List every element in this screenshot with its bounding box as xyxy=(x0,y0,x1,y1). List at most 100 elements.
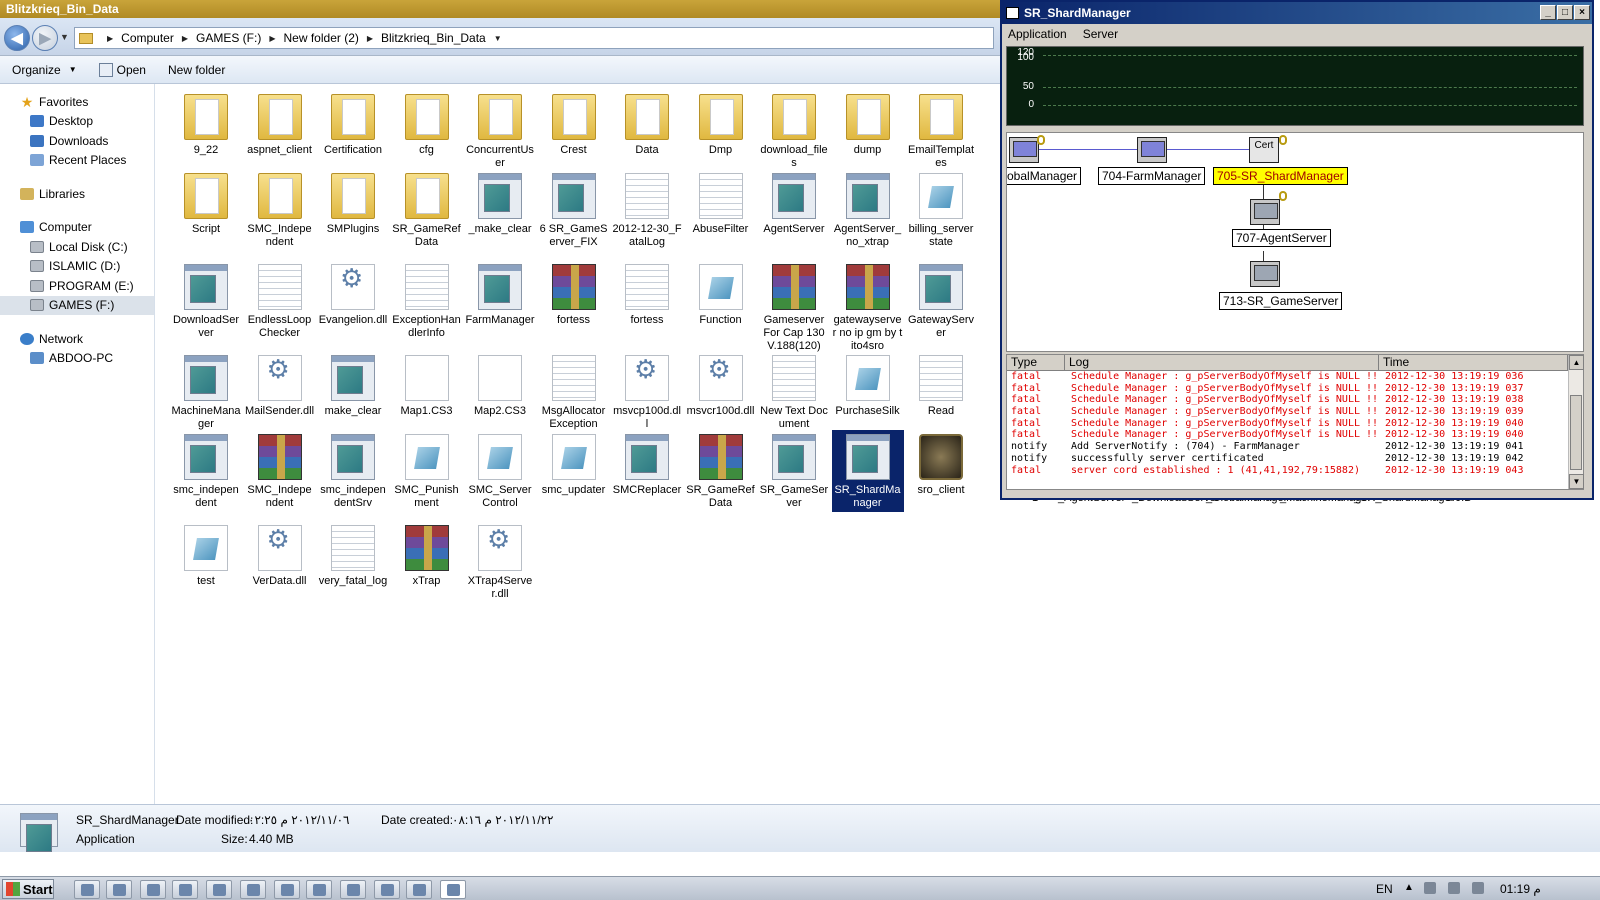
new-folder-button[interactable]: New folder xyxy=(168,63,225,77)
log-row[interactable]: fatal server cord established : 1 (41,41,… xyxy=(1007,465,1583,477)
file-item[interactable]: smc_independent xyxy=(170,430,242,512)
file-item[interactable]: aspnet_client xyxy=(244,90,316,159)
file-item[interactable]: smc_independentSrv xyxy=(317,430,389,512)
chevron-right-icon[interactable]: ▶ xyxy=(367,34,373,43)
nav-libraries[interactable]: Libraries xyxy=(0,184,154,204)
breadcrumb-games[interactable]: GAMES (F:) xyxy=(196,31,261,45)
shard-manager-taskbar-icon[interactable] xyxy=(440,880,466,899)
breadcrumb[interactable]: ▶ Computer ▶ GAMES (F:) ▶ New folder (2)… xyxy=(74,27,994,49)
file-item[interactable]: Map2.CS3 xyxy=(464,351,536,420)
messenger-icon[interactable] xyxy=(406,880,432,899)
file-item[interactable]: SMC_ServerControl xyxy=(464,430,536,512)
server-node-icon[interactable] xyxy=(1009,137,1039,163)
volume-tray-icon[interactable] xyxy=(1448,882,1460,894)
node-farm-manager[interactable]: 704-FarmManager xyxy=(1098,167,1206,185)
file-item[interactable]: EmailTemplates xyxy=(905,90,977,172)
file-item[interactable]: GatewayServer xyxy=(905,260,977,342)
scroll-thumb[interactable] xyxy=(1570,395,1582,470)
nav-disk-e[interactable]: PROGRAM (E:) xyxy=(0,276,154,296)
nav-disk-c[interactable]: Local Disk (C:) xyxy=(0,237,154,257)
scroll-up-icon[interactable]: ▲ xyxy=(1569,355,1584,370)
file-item[interactable]: Crest xyxy=(538,90,610,159)
file-item[interactable]: Read xyxy=(905,351,977,420)
file-item[interactable]: Gameserver For Cap 130 V.188(120) xyxy=(758,260,830,355)
file-item[interactable]: SMPlugins xyxy=(317,169,389,238)
log-list[interactable]: Type Log Time fatal Schedule Manager : g_… xyxy=(1006,354,1584,490)
chevron-down-icon[interactable]: ▼ xyxy=(494,34,502,43)
file-item[interactable]: 2012-12-30_FatalLog xyxy=(611,169,683,251)
file-item[interactable]: cfg xyxy=(391,90,463,159)
shard-manager-titlebar[interactable]: SR_ShardManager _ □ × xyxy=(1002,2,1592,24)
forward-button[interactable]: ▶ xyxy=(32,25,58,51)
log-scrollbar[interactable]: ▲ ▼ xyxy=(1568,355,1584,489)
node-shard-manager[interactable]: 705-SR_ShardManager xyxy=(1213,167,1348,185)
file-item[interactable]: Data xyxy=(611,90,683,159)
file-item[interactable]: _make_clear xyxy=(464,169,536,238)
file-item[interactable]: AgentServer_no_xtrap xyxy=(832,169,904,251)
console-app-icon[interactable] xyxy=(374,880,400,899)
scroll-down-icon[interactable]: ▼ xyxy=(1569,474,1584,489)
close-button[interactable]: × xyxy=(1574,5,1590,20)
node-game-server[interactable]: 713-SR_GameServer xyxy=(1219,292,1343,310)
nav-pc[interactable]: ABDOO-PC xyxy=(0,349,154,369)
file-item[interactable]: ExceptionHandlerInfo xyxy=(391,260,463,342)
chrome-icon[interactable] xyxy=(140,880,166,899)
breadcrumb-current[interactable]: Blitzkrieq_Bin_Data xyxy=(381,31,486,45)
nav-computer[interactable]: Computer xyxy=(0,218,154,238)
file-item[interactable]: billing_serverstate xyxy=(905,169,977,251)
file-item[interactable]: fortess xyxy=(611,260,683,329)
cert-node-icon[interactable]: Cert xyxy=(1249,137,1279,163)
file-item[interactable]: XTrap4Server.dll xyxy=(464,521,536,603)
nav-downloads[interactable]: Downloads xyxy=(0,131,154,151)
column-time[interactable]: Time xyxy=(1379,355,1568,371)
console-app-icon[interactable] xyxy=(240,880,266,899)
file-item[interactable]: SR_GameServer xyxy=(758,430,830,512)
log-row[interactable]: fatal Schedule Manager : g_pServerBodyOfM… xyxy=(1007,383,1583,395)
file-item[interactable]: SR_GameRefData xyxy=(685,430,757,512)
file-item[interactable]: Evangelion.dll xyxy=(317,260,389,329)
file-item[interactable]: xTrap xyxy=(391,521,463,590)
network-tray-icon[interactable] xyxy=(1424,882,1436,894)
menu-application[interactable]: Application xyxy=(1008,27,1067,41)
file-item[interactable]: sro_client xyxy=(905,430,977,499)
file-item[interactable]: msvcr100d.dll xyxy=(685,351,757,420)
history-dropdown-icon[interactable]: ▼ xyxy=(60,32,69,42)
acrobat-icon[interactable] xyxy=(206,880,232,899)
nav-desktop[interactable]: Desktop xyxy=(0,112,154,132)
chevron-right-icon[interactable]: ▶ xyxy=(182,34,188,43)
node-global-manager[interactable]: obalManager xyxy=(1007,167,1082,185)
log-row[interactable]: notify Add ServerNotify : (704) - FarmMan… xyxy=(1007,441,1583,453)
file-item[interactable]: make_clear xyxy=(317,351,389,420)
log-row[interactable]: fatal Schedule Manager : g_pServerBodyOfM… xyxy=(1007,371,1583,383)
breadcrumb-new-folder[interactable]: New folder (2) xyxy=(284,31,359,45)
chevron-right-icon[interactable]: ▶ xyxy=(269,34,275,43)
node-agent-server[interactable]: 707-AgentServer xyxy=(1232,229,1331,247)
file-item[interactable]: AgentServer xyxy=(758,169,830,238)
file-item[interactable]: SMC_Punishment xyxy=(391,430,463,512)
back-button[interactable]: ◀ xyxy=(4,25,30,51)
file-item[interactable]: Script xyxy=(170,169,242,238)
file-item[interactable]: MsgAllocatorException xyxy=(538,351,610,433)
file-item[interactable]: fortess xyxy=(538,260,610,329)
file-item[interactable]: very_fatal_log xyxy=(317,521,389,590)
clock[interactable]: 01:19 م xyxy=(1500,882,1541,896)
server-node-icon[interactable] xyxy=(1137,137,1167,163)
internet-explorer-icon[interactable] xyxy=(74,880,100,899)
column-type[interactable]: Type xyxy=(1007,355,1065,371)
open-button[interactable]: Open xyxy=(98,62,146,77)
file-item[interactable]: VerData.dll xyxy=(244,521,316,590)
nav-favorites[interactable]: ★ Favorites xyxy=(0,92,154,112)
column-log[interactable]: Log xyxy=(1065,355,1379,371)
file-item[interactable]: Map1.CS3 xyxy=(391,351,463,420)
file-item[interactable]: New Text Document xyxy=(758,351,830,433)
console-app-icon[interactable] xyxy=(306,880,332,899)
nav-network[interactable]: Network xyxy=(0,329,154,349)
breadcrumb-computer[interactable]: Computer xyxy=(121,31,174,45)
flag-tray-icon[interactable] xyxy=(1472,882,1484,894)
file-item[interactable]: MailSender.dll xyxy=(244,351,316,420)
file-item[interactable]: SMC_Independent xyxy=(244,169,316,251)
file-item[interactable]: SMC_Independent xyxy=(244,430,316,512)
file-item[interactable]: msvcp100d.dll xyxy=(611,351,683,433)
file-item[interactable]: 6 SR_GameServer_FIX xyxy=(538,169,610,251)
server-node-icon[interactable] xyxy=(1250,199,1280,225)
